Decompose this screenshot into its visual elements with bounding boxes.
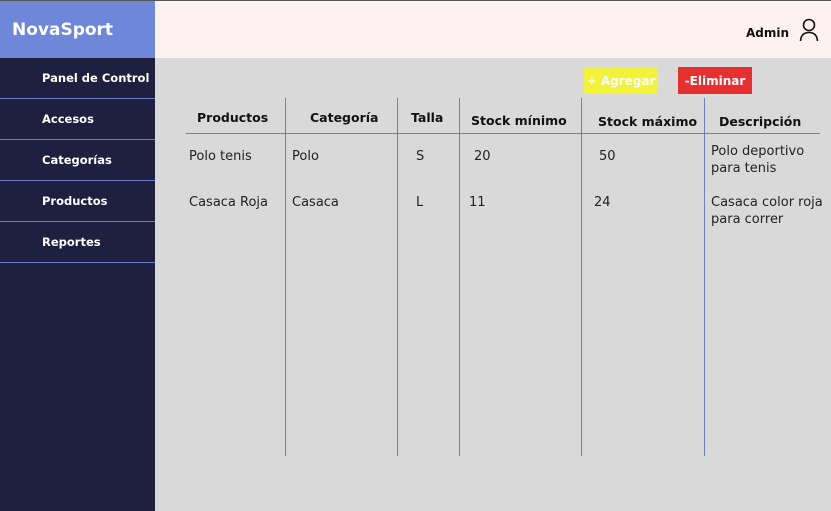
cell-producto: Polo tenis [189,149,252,164]
cell-descripcion: Polo deportivo para tenis [711,144,805,176]
column-header-descripcion[interactable]: Descripción [719,114,801,129]
user-icon[interactable] [799,18,819,42]
column-divider [704,98,705,456]
sidebar-item-categorias[interactable]: Categorías [0,140,155,181]
sidebar-item-panel-de-control[interactable]: Panel de Control [0,58,155,99]
column-header-productos[interactable]: Productos [197,110,268,125]
cell-stock-max: 50 [599,149,616,164]
column-header-talla[interactable]: Talla [411,110,443,125]
sidebar-item-productos[interactable]: Productos [0,181,155,222]
cell-talla: S [416,149,425,164]
column-header-categoria[interactable]: Categoría [310,110,378,125]
cell-stock-max: 24 [594,195,611,210]
column-header-stock-maximo[interactable]: Stock máximo [598,114,697,129]
sidebar-item-reportes[interactable]: Reportes [0,222,155,263]
cell-stock-min: 20 [474,149,491,164]
cell-talla: L [416,195,424,210]
sidebar-item-accesos[interactable]: Accesos [0,99,155,140]
column-divider [581,98,582,456]
column-divider [459,98,460,456]
column-header-stock-minimo[interactable]: Stock mínimo [471,113,567,128]
brand-logo[interactable]: NovaSport [0,0,155,58]
admin-label[interactable]: Admin [746,26,789,40]
cell-descripcion: Casaca color roja para correr [711,195,823,227]
header-divider [186,133,820,134]
column-divider [285,98,286,456]
add-button[interactable]: + Agregar [584,67,658,94]
cell-stock-min: 11 [469,195,486,210]
products-table: Productos Categoría Talla Stock mínimo S… [186,98,823,458]
column-divider [397,98,398,456]
top-header: Admin [155,0,831,58]
cell-categoria: Casaca [292,195,339,210]
cell-producto: Casaca Roja [189,195,269,210]
delete-button[interactable]: -Eliminar [678,67,752,94]
cell-categoria: Polo [292,149,319,164]
sidebar: Panel de Control Accesos Categorías Prod… [0,58,155,511]
